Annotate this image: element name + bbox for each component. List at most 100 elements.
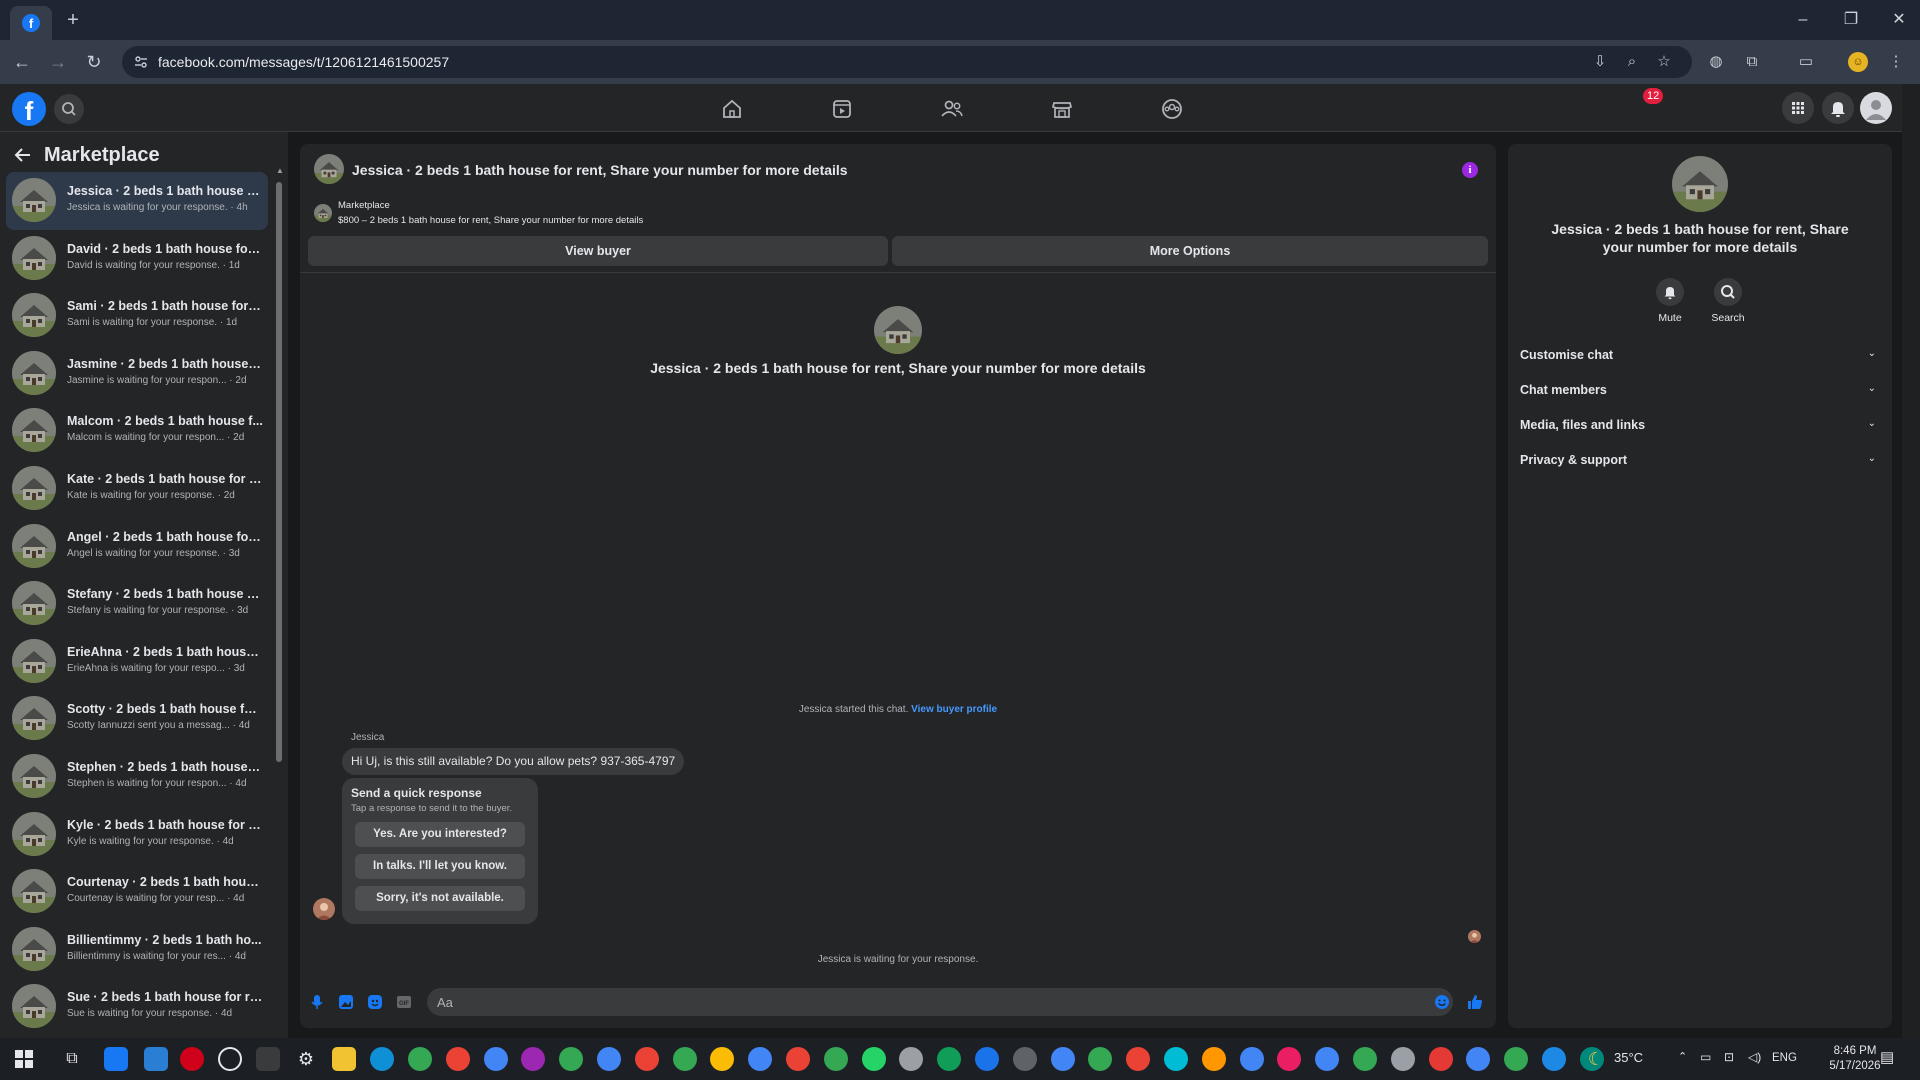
back-arrow-icon[interactable] [14, 146, 32, 164]
quick-reply-not-available-button[interactable]: Sorry, it's not available. [355, 886, 525, 911]
conversation-item[interactable]: Kate · 2 beds 1 bath house for r... Kate … [6, 460, 268, 518]
tray-chevron-up-icon[interactable]: ⌃ [1678, 1050, 1687, 1063]
taskbar-app-icon[interactable] [144, 1047, 168, 1071]
conversation-avatar[interactable] [12, 984, 56, 1029]
conversation-item[interactable]: ErieAhna · 2 beds 1 bath house f... ErieA… [6, 633, 268, 691]
browser-tab-facebook[interactable]: f [10, 6, 52, 40]
volume-icon[interactable]: ◁) [1748, 1050, 1761, 1064]
chrome-icon[interactable] [1126, 1047, 1151, 1071]
app-icon[interactable] [975, 1047, 999, 1071]
page-scrollbar[interactable] [1902, 84, 1920, 1038]
chrome-icon[interactable] [1466, 1047, 1491, 1071]
thumbs-up-icon[interactable] [1466, 993, 1484, 1011]
chrome-icon[interactable] [1315, 1047, 1340, 1071]
spreadsheet-icon[interactable] [937, 1047, 962, 1071]
more-options-button[interactable]: More Options [892, 236, 1488, 266]
chat-members-section[interactable]: Chat members ⌄ [1520, 373, 1880, 407]
reload-icon[interactable]: ↻ [82, 50, 106, 74]
groups-icon[interactable] [1157, 94, 1187, 124]
conversation-avatar[interactable] [12, 523, 56, 568]
listing-avatar[interactable] [314, 154, 344, 184]
gif-icon[interactable]: GIF [395, 993, 413, 1011]
notifications-bell-icon[interactable] [1822, 92, 1854, 124]
chrome-icon[interactable] [1239, 1047, 1264, 1071]
chrome-icon[interactable] [672, 1047, 697, 1071]
conversation-avatar[interactable] [12, 581, 56, 626]
chrome-icon[interactable] [408, 1047, 432, 1071]
message-bubble[interactable]: Hi Uj, is this still available? Do you a… [342, 748, 685, 775]
whatsapp-icon[interactable] [861, 1047, 886, 1071]
sender-avatar[interactable] [313, 898, 335, 920]
app-icon[interactable] [1542, 1047, 1566, 1071]
conversation-avatar[interactable] [12, 696, 56, 741]
close-window-button[interactable]: ✕ [1884, 8, 1914, 32]
language-indicator[interactable]: ENG [1772, 1052, 1797, 1064]
photo-icon[interactable] [337, 993, 355, 1011]
app-icon[interactable] [1012, 1047, 1037, 1071]
display-icon[interactable]: ⊡ [1724, 1050, 1734, 1064]
listing-thumbnail[interactable] [314, 204, 332, 222]
sidebar-scroll-thumb[interactable] [276, 182, 282, 762]
mute-bell-icon[interactable] [1656, 278, 1684, 306]
chrome-icon[interactable] [823, 1047, 848, 1071]
customise-chat-section[interactable]: Customise chat ⌄ [1520, 338, 1880, 372]
listing-price-line[interactable]: $800 – 2 beds 1 bath house for rent, Sha… [338, 215, 643, 226]
search-icon[interactable] [1714, 278, 1742, 306]
chrome-icon[interactable] [710, 1047, 735, 1071]
conversation-avatar[interactable] [12, 811, 56, 856]
extensions-icon[interactable]: ⧉ [1740, 50, 1764, 74]
opera-icon[interactable] [180, 1047, 204, 1071]
conversation-item[interactable]: Malcom · 2 beds 1 bath house f... Malcom … [6, 402, 268, 460]
chrome-icon[interactable] [1504, 1047, 1529, 1071]
conversation-item[interactable]: Sue · 2 beds 1 bath house for re... Sue i… [6, 978, 268, 1036]
chrome-icon[interactable] [634, 1047, 659, 1071]
media-files-links-section[interactable]: Media, files and links ⌄ [1520, 408, 1880, 442]
address-bar[interactable]: facebook.com/messages/t/1206121461500257… [122, 46, 1692, 78]
conversation-item[interactable]: Kyle · 2 beds 1 bath house for re... Kyle… [6, 806, 268, 864]
app-icon[interactable] [1050, 1047, 1075, 1071]
app-icon[interactable] [899, 1047, 924, 1071]
mute-button[interactable]: Mute [1645, 278, 1695, 324]
chrome-icon[interactable] [1088, 1047, 1113, 1071]
chrome-icon[interactable] [786, 1047, 810, 1071]
windows-start-icon[interactable] [12, 1047, 36, 1071]
chrome-icon[interactable] [1277, 1047, 1302, 1071]
chrome-icon[interactable] [445, 1047, 470, 1071]
file-explorer-icon[interactable] [332, 1047, 356, 1071]
app-icon[interactable] [1428, 1047, 1453, 1071]
conversation-item[interactable]: Jessica · 2 beds 1 bath house for... Jess… [6, 172, 268, 230]
chrome-icon[interactable] [1353, 1047, 1377, 1071]
profile-avatar-icon[interactable]: ☺ [1848, 52, 1868, 72]
network-icon[interactable]: ▭ [1700, 1050, 1711, 1064]
app-icon[interactable] [1164, 1047, 1188, 1071]
account-avatar[interactable] [1860, 92, 1892, 124]
taskbar-app-icon[interactable] [104, 1047, 128, 1071]
quick-reply-yes-button[interactable]: Yes. Are you interested? [355, 822, 525, 847]
quick-reply-in-talks-button[interactable]: In talks. I'll let you know. [355, 854, 525, 879]
new-tab-button[interactable]: + [62, 9, 84, 31]
sidebar-scrollbar[interactable]: ▲ ▼ [276, 166, 284, 1069]
notification-center-icon[interactable]: ▤ [1880, 1048, 1902, 1070]
scroll-up-icon[interactable]: ▲ [276, 166, 284, 175]
clock[interactable]: 8:46 PM 5/17/2026 [1822, 1044, 1888, 1074]
chatgpt-icon[interactable] [218, 1047, 242, 1071]
chat-header-title[interactable]: Jessica · 2 beds 1 bath house for rent, … [352, 162, 848, 178]
friends-icon[interactable] [937, 94, 967, 124]
conversation-item[interactable]: Scotty · 2 beds 1 bath house for... Scott… [6, 690, 268, 748]
info-icon[interactable]: i [1462, 162, 1478, 178]
back-arrow-icon[interactable]: ← [10, 50, 34, 74]
bookmark-star-icon[interactable]: ☆ [1652, 50, 1676, 74]
conversation-avatar[interactable] [12, 178, 56, 222]
conversation-item[interactable]: Angel · 2 beds 1 bath house for ... Angel… [6, 518, 268, 576]
conversation-item[interactable]: Stephen · 2 beds 1 bath house f... Stephe… [6, 748, 268, 806]
forward-arrow-icon[interactable]: → [46, 50, 70, 74]
conversation-avatar[interactable] [12, 869, 56, 914]
facebook-logo-icon[interactable]: f [12, 92, 46, 126]
settings-gear-icon[interactable]: ⚙ [294, 1047, 318, 1071]
task-view-icon[interactable]: ⧉ [60, 1047, 84, 1071]
microphone-icon[interactable] [308, 993, 326, 1011]
sticker-icon[interactable] [366, 993, 384, 1011]
conversation-item[interactable]: Sami · 2 beds 1 bath house for r... Sami … [6, 287, 268, 345]
weather-temperature[interactable]: 35°C [1614, 1050, 1643, 1065]
conversation-avatar[interactable] [12, 235, 56, 280]
